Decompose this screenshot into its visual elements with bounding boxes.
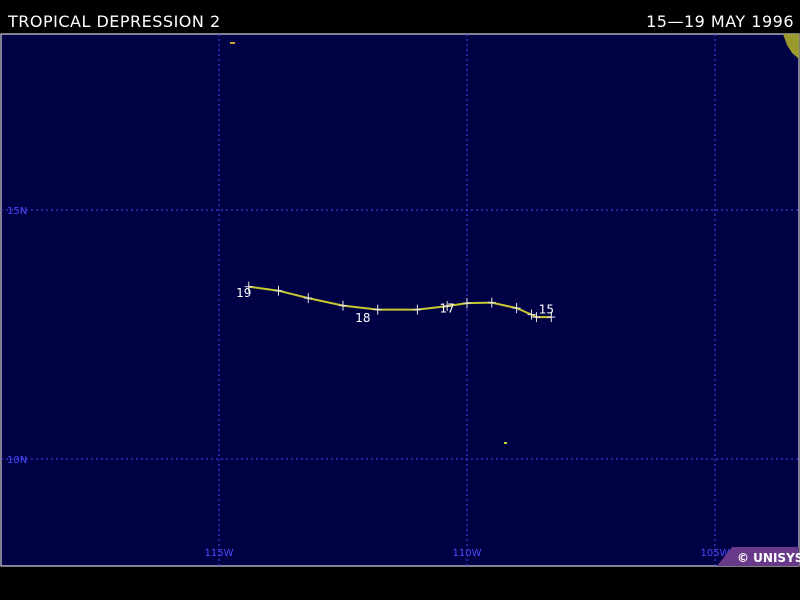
small-island bbox=[230, 42, 235, 44]
latitude-label: 15N bbox=[7, 206, 27, 217]
date-range: 15—19 MAY 1996 bbox=[646, 12, 794, 31]
day-label: 15 bbox=[539, 303, 554, 317]
credit-text: © UNISYS bbox=[737, 551, 800, 565]
longitude-label: 115W bbox=[205, 548, 234, 559]
longitude-label: 110W bbox=[453, 548, 482, 559]
day-label: 18 bbox=[355, 311, 370, 325]
day-label: 17 bbox=[440, 302, 455, 316]
latitude-label: 10N bbox=[7, 455, 27, 466]
ocean-background bbox=[0, 33, 800, 567]
storm-title: TROPICAL DEPRESSION 2 bbox=[8, 12, 221, 31]
small-island bbox=[504, 442, 507, 444]
storm-track-map: 15N10N115W 110W 105W 15171819 © UNISYS bbox=[0, 33, 800, 567]
day-label: 19 bbox=[236, 286, 251, 300]
